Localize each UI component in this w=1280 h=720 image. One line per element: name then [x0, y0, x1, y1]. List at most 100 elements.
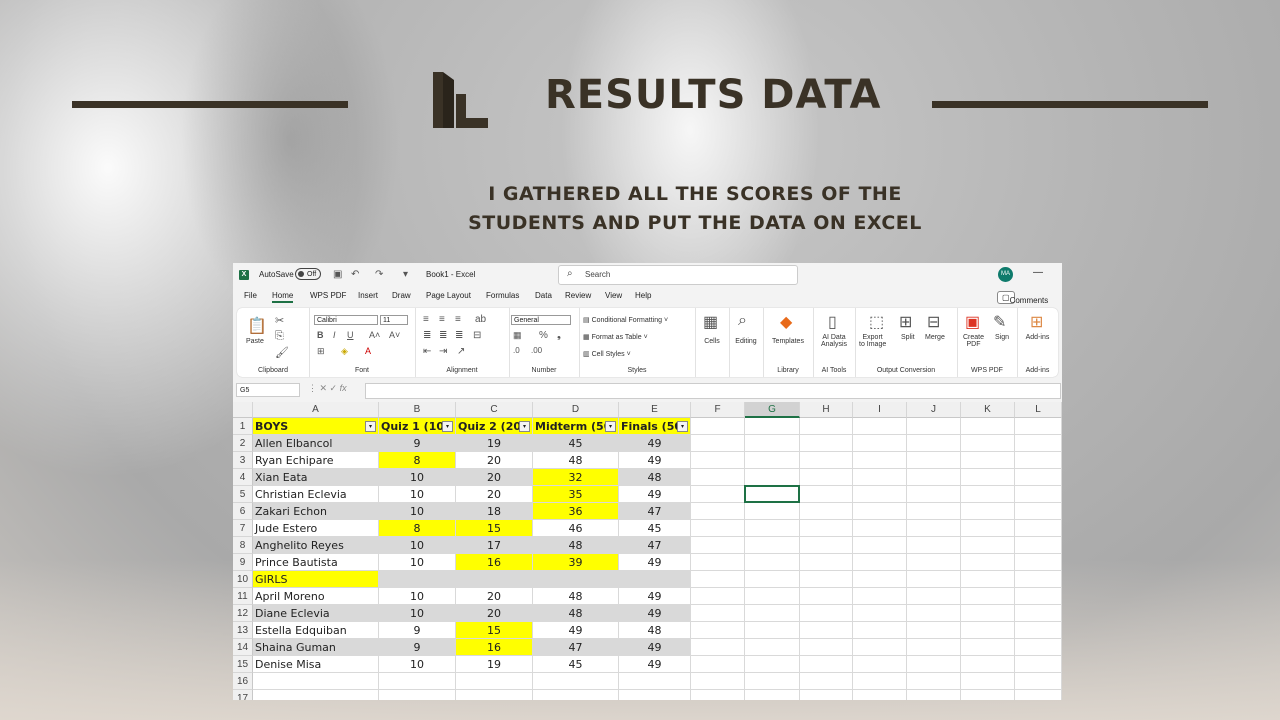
accounting-format-icon[interactable]: ▦: [513, 330, 522, 341]
grid-cell[interactable]: [853, 503, 907, 520]
italic-icon[interactable]: I: [333, 330, 336, 340]
number-format-select[interactable]: General: [511, 315, 571, 325]
grid-cell[interactable]: [800, 452, 853, 469]
tab-file[interactable]: File: [244, 291, 257, 300]
increase-decimal-icon[interactable]: .0: [513, 346, 520, 355]
increase-font-icon[interactable]: A˄: [369, 330, 380, 340]
student-name-cell[interactable]: Prince Bautista: [253, 554, 379, 571]
column-header[interactable]: I: [853, 402, 907, 418]
addins-label[interactable]: Add-ins: [1017, 334, 1058, 341]
tab-help[interactable]: Help: [635, 291, 651, 300]
student-name-cell[interactable]: Zakari Echon: [253, 503, 379, 520]
score-cell[interactable]: 45: [533, 435, 619, 452]
grid-cell[interactable]: [853, 656, 907, 673]
grid-cell[interactable]: [853, 571, 907, 588]
grid-cell[interactable]: [691, 588, 745, 605]
grid-cell[interactable]: [961, 588, 1015, 605]
score-cell[interactable]: 15: [456, 520, 533, 537]
grid-cell[interactable]: [961, 656, 1015, 673]
tab-data[interactable]: Data: [535, 291, 552, 300]
row-header[interactable]: 11: [233, 588, 253, 605]
grid-cell[interactable]: [691, 656, 745, 673]
tab-insert[interactable]: Insert: [358, 291, 378, 300]
ai-data-analysis-icon[interactable]: ▯: [828, 312, 837, 332]
grid-cell[interactable]: [533, 673, 619, 690]
grid-cell[interactable]: [691, 418, 745, 435]
score-cell[interactable]: 49: [619, 639, 691, 656]
row-header[interactable]: 12: [233, 605, 253, 622]
grid-cell[interactable]: [907, 520, 961, 537]
grid-cell[interactable]: [691, 605, 745, 622]
grid-cell[interactable]: [853, 690, 907, 700]
align-center-icon[interactable]: ≣: [439, 330, 447, 341]
grid-cell[interactable]: [800, 554, 853, 571]
cell-styles-button[interactable]: ▥ Cell Styles ˅: [583, 350, 631, 358]
grid-cell[interactable]: [379, 690, 456, 700]
table-header-cell[interactable]: BOYS ▾: [253, 418, 379, 435]
score-cell[interactable]: 48: [619, 622, 691, 639]
score-cell[interactable]: 16: [456, 639, 533, 656]
score-cell[interactable]: 45: [533, 656, 619, 673]
row-header[interactable]: 2: [233, 435, 253, 452]
grid-cell[interactable]: [1015, 571, 1062, 588]
percent-icon[interactable]: %: [539, 330, 548, 341]
align-bottom-icon[interactable]: ≡: [455, 314, 461, 325]
grid-cell[interactable]: [691, 673, 745, 690]
score-cell[interactable]: [379, 571, 456, 588]
grid-cell[interactable]: [961, 622, 1015, 639]
undo-icon[interactable]: ↶: [351, 269, 359, 280]
tab-wps-pdf[interactable]: WPS PDF: [310, 291, 346, 300]
score-cell[interactable]: 48: [533, 605, 619, 622]
grid-cell[interactable]: [691, 435, 745, 452]
grid-cell[interactable]: [456, 690, 533, 700]
grid-cell[interactable]: [691, 690, 745, 700]
format-as-table-button[interactable]: ▦ Format as Table ˅: [583, 333, 648, 341]
font-color-icon[interactable]: A: [365, 346, 371, 356]
score-cell[interactable]: 17: [456, 537, 533, 554]
column-header[interactable]: J: [907, 402, 961, 418]
row-header[interactable]: 14: [233, 639, 253, 656]
grid-cell[interactable]: [691, 469, 745, 486]
grid-cell[interactable]: [745, 605, 800, 622]
editing-label[interactable]: Editing: [729, 338, 763, 345]
score-cell[interactable]: [456, 571, 533, 588]
align-top-icon[interactable]: ≡: [423, 314, 429, 325]
score-cell[interactable]: 46: [533, 520, 619, 537]
row-header[interactable]: 9: [233, 554, 253, 571]
grid-cell[interactable]: [961, 690, 1015, 700]
score-cell[interactable]: 10: [379, 605, 456, 622]
grid-cell[interactable]: [1015, 690, 1062, 700]
grid-cell[interactable]: [1015, 469, 1062, 486]
grid-cell[interactable]: [619, 690, 691, 700]
grid-cell[interactable]: [853, 605, 907, 622]
grid-cell[interactable]: [853, 537, 907, 554]
grid-cell[interactable]: [1015, 418, 1062, 435]
grid-cell[interactable]: [800, 571, 853, 588]
align-left-icon[interactable]: ≣: [423, 330, 431, 341]
table-header-cell[interactable]: Finals (50) ▾: [619, 418, 691, 435]
grid-cell[interactable]: [1015, 520, 1062, 537]
student-name-cell[interactable]: Anghelito Reyes: [253, 537, 379, 554]
grid-cell[interactable]: [961, 418, 1015, 435]
decrease-font-icon[interactable]: A˅: [389, 330, 400, 340]
avatar[interactable]: MA: [998, 267, 1013, 282]
score-cell[interactable]: 49: [619, 588, 691, 605]
row-header[interactable]: 15: [233, 656, 253, 673]
score-cell[interactable]: 45: [619, 520, 691, 537]
grid-cell[interactable]: [907, 656, 961, 673]
borders-icon[interactable]: ⊞: [317, 346, 325, 357]
tab-formulas[interactable]: Formulas: [486, 291, 519, 300]
grid-cell[interactable]: [907, 452, 961, 469]
grid-cell[interactable]: [1015, 639, 1062, 656]
redo-icon[interactable]: ↷: [375, 269, 383, 280]
grid-cell[interactable]: [745, 537, 800, 554]
score-cell[interactable]: [619, 571, 691, 588]
score-cell[interactable]: 19: [456, 656, 533, 673]
grid-cell[interactable]: [691, 571, 745, 588]
increase-indent-icon[interactable]: ⇥: [439, 346, 447, 357]
row-header[interactable]: 17: [233, 690, 253, 700]
score-cell[interactable]: 20: [456, 588, 533, 605]
grid-cell[interactable]: [853, 452, 907, 469]
grid-cell[interactable]: [853, 435, 907, 452]
score-cell[interactable]: 49: [533, 622, 619, 639]
